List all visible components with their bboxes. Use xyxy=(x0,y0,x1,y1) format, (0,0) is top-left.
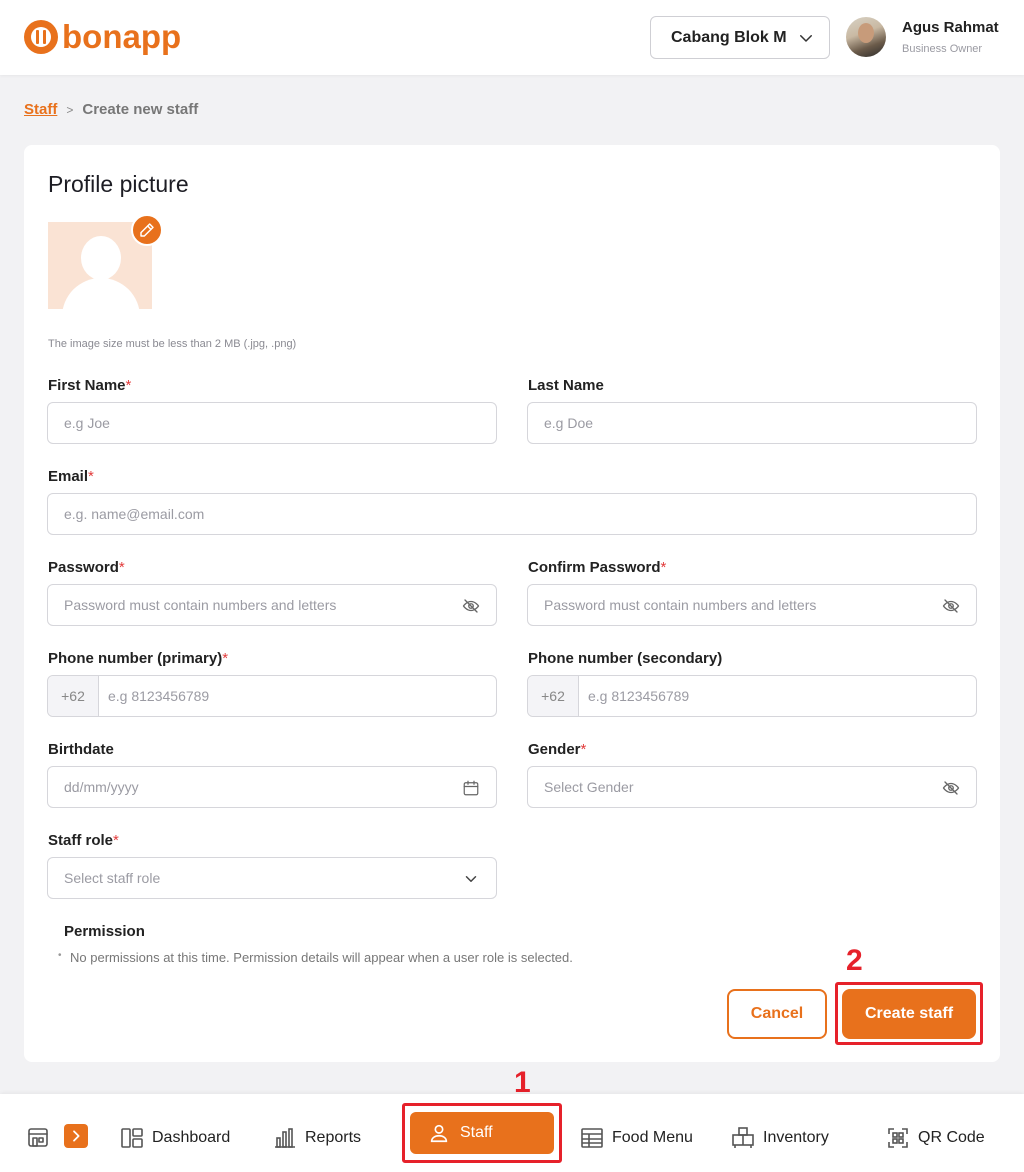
nav-item-label: Inventory xyxy=(763,1129,829,1146)
avatar-head-shape xyxy=(81,236,121,280)
edit-picture-button[interactable] xyxy=(131,214,163,246)
last-name-input[interactable]: e.g Doe xyxy=(527,402,977,444)
last-name-placeholder: e.g Doe xyxy=(544,415,594,431)
branch-select-value: Cabang Blok M xyxy=(671,28,787,46)
nav-item-dashboard[interactable]: Dashboard xyxy=(120,1120,230,1156)
nav-item-label: Dashboard xyxy=(152,1129,231,1146)
gender-label-text: Gender xyxy=(528,741,581,758)
email-placeholder: e.g. name@email.com xyxy=(64,506,205,522)
phone-primary-input[interactable]: +62 e.g 8123456789 xyxy=(47,675,497,717)
gender-placeholder: Select Gender xyxy=(544,779,634,795)
email-label: Email* xyxy=(48,468,94,485)
inventory-icon xyxy=(732,1127,754,1148)
email-input[interactable]: e.g. name@email.com xyxy=(47,493,977,535)
logo-mark-icon xyxy=(24,20,58,54)
phone-secondary-label: Phone number (secondary) xyxy=(528,650,722,667)
last-name-label-text: Last Name xyxy=(528,377,604,394)
phone-primary-label-text: Phone number (primary) xyxy=(48,650,223,667)
nav-item-label: QR Code xyxy=(918,1129,985,1146)
password-input[interactable]: Password must contain numbers and letter… xyxy=(47,584,497,626)
country-code-prefix: +62 xyxy=(48,676,99,716)
first-name-placeholder: e.g Joe xyxy=(64,415,110,431)
permission-title: Permission xyxy=(64,923,145,940)
required-mark: * xyxy=(222,650,229,667)
required-mark: * xyxy=(118,559,125,576)
phone-primary-label: Phone number (primary)* xyxy=(48,650,228,667)
profile-picture-title: Profile picture xyxy=(48,171,189,197)
cancel-button[interactable]: Cancel xyxy=(727,989,827,1039)
required-mark: * xyxy=(125,377,132,394)
staff-role-select[interactable]: Select staff role xyxy=(47,857,497,899)
staff-role-label: Staff role* xyxy=(48,832,119,849)
user-role: Business Owner xyxy=(902,43,983,55)
chevron-down-icon xyxy=(465,876,477,882)
country-code-prefix: +62 xyxy=(528,676,579,716)
user-avatar[interactable] xyxy=(846,17,886,57)
brand-logo[interactable]: bonapp xyxy=(24,18,181,56)
dashboard-icon xyxy=(121,1128,143,1148)
phone-secondary-input[interactable]: +62 e.g 8123456789 xyxy=(527,675,977,717)
phone-primary-placeholder: e.g 8123456789 xyxy=(108,688,210,704)
phone-secondary-label-text: Phone number (secondary) xyxy=(528,650,723,667)
calendar-icon[interactable] xyxy=(462,779,480,797)
confirm-password-label-text: Confirm Password xyxy=(528,559,661,576)
store-icon[interactable] xyxy=(26,1125,50,1149)
password-label-text: Password xyxy=(48,559,119,576)
qr-code-icon xyxy=(888,1128,908,1148)
branch-select[interactable]: Cabang Blok M xyxy=(650,16,830,59)
first-name-label: First Name* xyxy=(48,377,131,394)
annotation-number-2: 2 xyxy=(846,944,863,977)
user-name: Agus Rahmat xyxy=(902,19,999,36)
staff-role-placeholder: Select staff role xyxy=(64,870,161,886)
password-label: Password* xyxy=(48,559,125,576)
chevron-down-icon xyxy=(800,35,812,42)
nav-item-label: Food Menu xyxy=(612,1129,693,1146)
food-menu-icon xyxy=(581,1128,603,1148)
chevron-right-icon xyxy=(73,1130,80,1142)
required-mark: * xyxy=(88,468,94,485)
nav-item-food-menu[interactable]: Food Menu xyxy=(580,1120,693,1156)
create-staff-card: Profile picture The image size must be l… xyxy=(24,145,1000,1062)
required-mark: * xyxy=(113,832,119,849)
confirm-password-input[interactable]: Password must contain numbers and letter… xyxy=(527,584,977,626)
nav-item-reports[interactable]: Reports xyxy=(273,1120,361,1156)
eye-off-icon[interactable] xyxy=(462,597,480,615)
birthdate-input[interactable]: dd/mm/yyyy xyxy=(47,766,497,808)
pencil-icon xyxy=(140,223,154,237)
bar-chart-icon xyxy=(275,1128,295,1148)
eye-off-icon[interactable] xyxy=(942,597,960,615)
email-label-text: Email xyxy=(48,468,89,485)
avatar-body-shape xyxy=(62,278,140,309)
first-name-input[interactable]: e.g Joe xyxy=(47,402,497,444)
gender-select[interactable]: Select Gender xyxy=(527,766,977,808)
permission-note: No permissions at this time. Permission … xyxy=(58,950,573,965)
nav-item-label: Reports xyxy=(305,1129,362,1146)
birthdate-label: Birthdate xyxy=(48,741,114,758)
gender-label: Gender* xyxy=(528,741,586,758)
brand-name: bonapp xyxy=(62,18,182,55)
nav-item-qr-code[interactable]: QR Code xyxy=(886,1120,985,1156)
birthdate-placeholder: dd/mm/yyyy xyxy=(64,779,139,795)
eye-off-icon xyxy=(942,781,960,795)
image-size-hint: The image size must be less than 2 MB (.… xyxy=(48,338,297,350)
breadcrumb: Staff > Create new staff xyxy=(24,101,198,118)
birthdate-label-text: Birthdate xyxy=(48,741,114,758)
required-mark: * xyxy=(580,741,587,758)
password-placeholder: Password must contain numbers and letter… xyxy=(64,597,337,613)
breadcrumb-staff-link[interactable]: Staff xyxy=(24,101,57,118)
staff-role-label-text: Staff role xyxy=(48,832,114,849)
expand-nav-button[interactable] xyxy=(64,1124,88,1148)
confirm-password-label: Confirm Password* xyxy=(528,559,666,576)
breadcrumb-current: Create new staff xyxy=(82,101,199,118)
breadcrumb-separator: > xyxy=(66,102,74,117)
confirm-password-placeholder: Password must contain numbers and letter… xyxy=(544,597,817,613)
nav-item-inventory[interactable]: Inventory xyxy=(731,1120,829,1156)
required-mark: * xyxy=(660,559,667,576)
last-name-label: Last Name xyxy=(528,377,604,394)
top-header: bonapp Cabang Blok M Agus Rahmat Busines… xyxy=(0,0,1024,75)
first-name-label-text: First Name xyxy=(48,377,126,394)
annotation-box-create-staff xyxy=(835,982,983,1045)
annotation-box-staff-nav xyxy=(402,1103,562,1163)
phone-secondary-placeholder: e.g 8123456789 xyxy=(588,688,690,704)
